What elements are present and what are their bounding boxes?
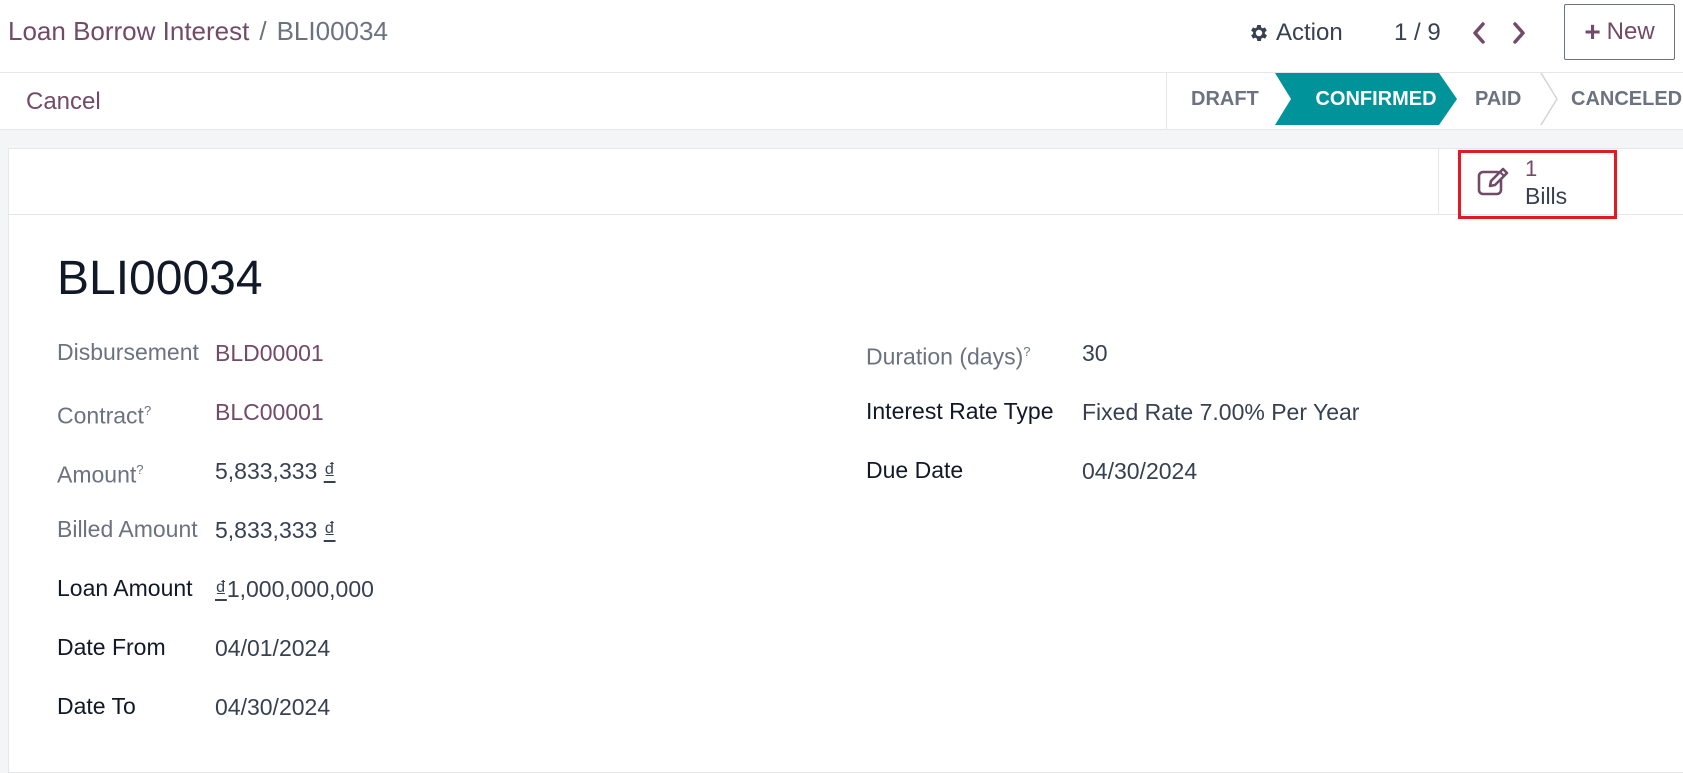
form-sheet: 1 Bills BLI00034 Disbursement BLD00001 C… <box>8 148 1683 773</box>
duration-value: 30 <box>1082 340 1108 366</box>
breadcrumb-current: BLI00034 <box>276 16 388 46</box>
pager-next-button[interactable] <box>1508 18 1530 48</box>
amount-label: Amount? <box>57 455 144 490</box>
action-label: Action <box>1276 19 1343 46</box>
chevron-left-icon <box>1473 22 1485 44</box>
date-to-label: Date To <box>57 693 136 719</box>
loan-amount-number: 1,000,000,000 <box>226 576 374 602</box>
amount-number: 5,833,333 <box>215 458 318 484</box>
smart-button-box: 1 Bills <box>9 149 1683 219</box>
stage-separator <box>1540 73 1558 125</box>
billed-amount-number: 5,833,333 <box>215 517 318 543</box>
action-menu-button[interactable]: Action <box>1248 16 1343 50</box>
disbursement-label: Disbursement <box>57 339 199 365</box>
currency-symbol: ₫ <box>323 517 336 543</box>
amount-value: 5,833,333 ₫ <box>215 456 336 486</box>
loan-amount-label: Loan Amount <box>57 575 193 601</box>
interest-rate-type-label: Interest Rate Type <box>866 398 1054 424</box>
interest-rate-type-value: Fixed Rate 7.00% Per Year <box>1082 399 1360 425</box>
duration-label: Duration (days)? <box>866 337 1030 372</box>
date-from-value: 04/01/2024 <box>215 635 331 661</box>
cancel-button[interactable]: Cancel <box>26 87 101 117</box>
duration-label-text: Duration (days) <box>866 343 1024 370</box>
due-date-value: 04/30/2024 <box>1082 458 1198 484</box>
help-tooltip-icon[interactable]: ? <box>1023 344 1030 359</box>
stage-canceled[interactable]: CANCELED <box>1571 73 1682 125</box>
pager-value[interactable]: 1 / 9 <box>1394 16 1441 50</box>
amount-label-text: Amount <box>57 461 137 488</box>
record-title: BLI00034 <box>57 252 263 305</box>
plus-icon: + <box>1584 16 1601 47</box>
breadcrumb: Loan Borrow Interest / BLI00034 <box>8 14 388 48</box>
stage-confirmed[interactable]: CONFIRMED <box>1275 73 1457 125</box>
statusbar: DRAFT CONFIRMED PAID CANCELED <box>1166 73 1683 130</box>
edit-icon <box>1477 167 1509 196</box>
disbursement-link[interactable]: BLD00001 <box>215 338 324 368</box>
help-tooltip-icon[interactable]: ? <box>136 462 143 477</box>
pager-previous-button[interactable] <box>1468 18 1490 48</box>
form-statusbar-row: Cancel DRAFT CONFIRMED PAID CANCELED <box>0 73 1683 130</box>
chevron-right-icon <box>1513 22 1525 44</box>
gear-icon <box>1251 25 1267 41</box>
breadcrumb-parent-link[interactable]: Loan Borrow Interest <box>8 16 249 46</box>
stage-paid[interactable]: PAID <box>1475 73 1521 125</box>
help-tooltip-icon[interactable]: ? <box>144 403 151 418</box>
stage-draft[interactable]: DRAFT <box>1191 73 1259 125</box>
date-from-label: Date From <box>57 634 166 660</box>
new-label: New <box>1606 18 1655 45</box>
contract-label: Contract? <box>57 396 151 431</box>
bills-count: 1 <box>1525 156 1538 181</box>
loan-amount-value: ₫1,000,000,000 <box>215 574 374 604</box>
control-panel: Loan Borrow Interest / BLI00034 Action 1 /… <box>0 0 1683 73</box>
due-date-label: Due Date <box>866 457 964 483</box>
bills-label: Bills <box>1525 183 1568 209</box>
currency-symbol: ₫ <box>323 458 336 484</box>
date-to-value: 04/30/2024 <box>215 694 331 720</box>
billed-amount-value: 5,833,333 ₫ <box>215 515 336 545</box>
contract-label-text: Contract <box>57 402 144 429</box>
stage-confirmed-label: CONFIRMED <box>1315 88 1437 110</box>
new-button[interactable]: + New <box>1564 4 1675 60</box>
contract-link[interactable]: BLC00001 <box>215 397 324 427</box>
billed-amount-label: Billed Amount <box>57 516 198 542</box>
breadcrumb-separator: / <box>259 16 267 46</box>
currency-symbol: ₫ <box>215 576 227 602</box>
